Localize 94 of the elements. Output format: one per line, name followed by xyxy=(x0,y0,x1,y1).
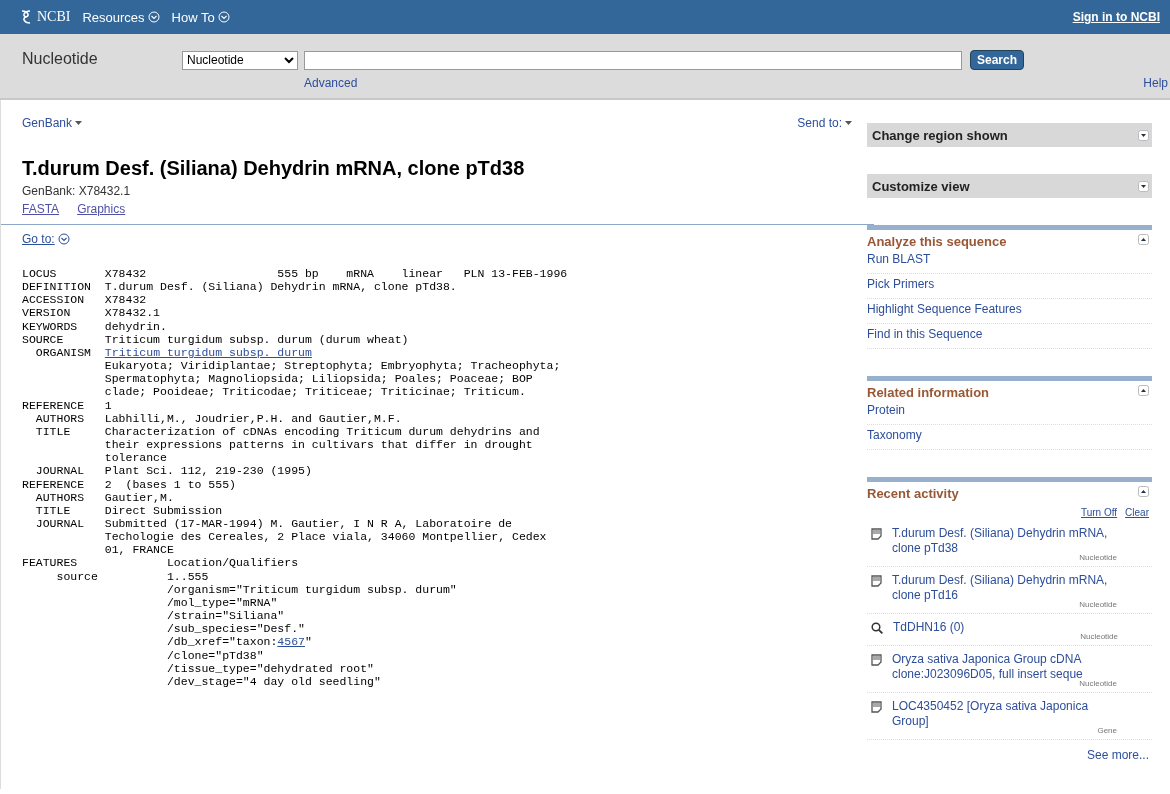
record-line: AUTHORS Labhilli,M., Joudrier,P.H. and Gautier,M.F. xyxy=(34,411,403,425)
record-line: clade; Pooideae; Triticodae; Triticeae; Triticinae; Triticum. xyxy=(103,385,527,399)
document-icon xyxy=(871,528,882,540)
action-link[interactable]: Turn Off xyxy=(1080,507,1118,518)
caret-icon xyxy=(75,121,83,125)
record-line: REFERENCE 2 (bases 1 to 555) xyxy=(22,477,237,491)
record-line: /strain="Siliana" xyxy=(165,609,286,623)
record-line: TITLE Direct Submission xyxy=(34,503,224,517)
sign-in-link[interactable]: Sign in to NCBI xyxy=(1072,10,1160,24)
dropdown-icon xyxy=(147,11,160,23)
record-line: /db_xref="taxon:4567" xyxy=(165,635,313,649)
sidebar-link[interactable]: Highlight Sequence Features xyxy=(867,299,1152,324)
panel-title: Customize view xyxy=(872,178,970,194)
advanced-link[interactable]: Advanced xyxy=(304,76,1025,90)
record-line: their expressions patterns in cultivars that differ in drought xyxy=(103,438,534,452)
record-line: tolerance xyxy=(103,451,168,465)
database-label: Nucleotide xyxy=(1079,553,1117,562)
database-title: Nucleotide xyxy=(22,49,99,69)
record-line: FEATURES Location/Qualifiers xyxy=(22,556,300,570)
record-line: AUTHORS Gautier,M. xyxy=(34,490,175,504)
expand-icon xyxy=(1138,180,1149,192)
recent-item-link[interactable]: Oryza sativa Japonica Group cDNA clone:J023096D05, full insert seque xyxy=(892,652,1117,682)
record-line: /sub_species="Desf." xyxy=(165,622,306,636)
database-select[interactable]: Nucleotide xyxy=(182,50,298,70)
see-more-link[interactable]: See more... xyxy=(867,740,1152,762)
record-line: TITLE Characterization of cDNAs encoding Triticum durum dehydrins and xyxy=(34,424,541,439)
dropdown-icon xyxy=(57,233,70,245)
record-link[interactable]: 4567 xyxy=(277,635,305,649)
record-link[interactable]: Graphics xyxy=(77,202,126,216)
search-button[interactable]: Search xyxy=(970,50,1025,70)
database-label: Nucleotide xyxy=(1079,600,1117,609)
expand-icon xyxy=(1138,129,1149,141)
sidebar-link[interactable]: Find in this Sequence xyxy=(867,324,1152,349)
collapse-icon xyxy=(1138,486,1149,497)
panel-header[interactable]: Change region shown xyxy=(867,123,1152,147)
panel-title: Change region shown xyxy=(872,127,1008,143)
sidebar-link[interactable]: Protein xyxy=(867,400,1152,425)
record-line: Spermatophyta; Magnoliopsida; Liliopsida; Poales; Poaceae; BOP xyxy=(103,372,534,386)
sidebar-link[interactable]: Taxonomy xyxy=(867,425,1152,450)
record-line: LOCUS X78432 555 bp mRNA linear PLN 13-FEB-1996 xyxy=(22,267,569,281)
collapse-icon xyxy=(1138,385,1149,396)
accession-text: GenBank: X78432.1 xyxy=(22,184,132,198)
record-line: REFERENCE 1 xyxy=(22,398,113,412)
record-line: /clone="pTd38" xyxy=(165,648,265,662)
record-line: /tissue_type="dehydrated root" xyxy=(165,661,375,675)
panel-header[interactable]: Customize view xyxy=(867,174,1152,198)
record-link[interactable]: FASTA xyxy=(22,202,60,216)
database-label: Gene xyxy=(1097,726,1117,735)
format-menu[interactable]: GenBank xyxy=(22,116,83,130)
go-to-link[interactable]: Go to: xyxy=(22,232,70,246)
action-link[interactable]: Clear xyxy=(1125,507,1149,518)
recent-item-link[interactable]: TdDHN16 (0) xyxy=(893,620,1118,635)
recent-item-link[interactable]: T.durum Desf. (Siliana) Dehydrin mRNA, clone pTd38 xyxy=(892,526,1117,556)
logo-text: NCBI xyxy=(37,9,71,25)
database-label: Nucleotide xyxy=(1079,679,1117,688)
search-icon xyxy=(871,622,883,634)
recent-item-link[interactable]: LOC4350452 [Oryza sativa Japonica Group] xyxy=(892,699,1117,729)
panel-title: Related information xyxy=(867,385,990,400)
record-link[interactable]: Triticum turgidum subsp. durum xyxy=(104,345,312,359)
sidebar-link[interactable]: Run BLAST xyxy=(867,249,1152,274)
record-line: ACCESSION X78432 xyxy=(22,293,148,307)
record-line: /mol_type="mRNA" xyxy=(165,595,279,610)
record-line: 01, FRANCE xyxy=(103,543,175,557)
record-line: JOURNAL Plant Sci. 112, 219-230 (1995) xyxy=(34,464,313,478)
panel-title: Recent activity xyxy=(867,486,959,501)
record-line: DEFINITION T.durum Desf. (Siliana) Dehydrin mRNA, clone pTd38. xyxy=(22,280,458,294)
menu-button[interactable]: How To xyxy=(171,9,230,25)
helix-icon xyxy=(20,10,32,24)
recent-item-link[interactable]: T.durum Desf. (Siliana) Dehydrin mRNA, clone pTd16 xyxy=(892,573,1117,603)
database-label: Nucleotide xyxy=(1080,632,1118,641)
ncbi-logo[interactable]: NCBI xyxy=(20,9,71,25)
record-title: T.durum Desf. (Siliana) Dehydrin mRNA, clone pTd38 xyxy=(22,157,526,180)
sidebar-link[interactable]: Pick Primers xyxy=(867,274,1152,299)
panel-title: Analyze this sequence xyxy=(867,234,1007,249)
collapse-icon xyxy=(1138,234,1149,245)
search-field[interactable] xyxy=(304,50,962,70)
send-to-menu[interactable]: Send to: xyxy=(797,116,852,130)
document-icon xyxy=(871,701,882,713)
record-line: source 1..555 xyxy=(55,569,210,583)
record-line: /organism="Triticum turgidum subsp. durum" xyxy=(165,582,458,596)
document-icon xyxy=(871,575,882,587)
record-line: SOURCE Triticum turgidum subsp. durum (durum wheat) xyxy=(22,332,410,346)
help-link[interactable]: Help xyxy=(1143,76,1168,90)
menu-button[interactable]: Resources xyxy=(82,9,160,25)
record-line: JOURNAL Submitted (17-MAR-1994) M. Gautier, I N R A, Laboratoire de xyxy=(34,516,513,531)
dropdown-icon xyxy=(217,11,230,23)
caret-icon xyxy=(845,121,852,125)
record-line: VERSION X78432.1 xyxy=(22,306,162,320)
document-icon xyxy=(871,654,882,666)
record-line: Eukaryota; Viridiplantae; Streptophyta; Embryophyta; Tracheophyta; xyxy=(103,359,562,373)
record-line: ORGANISM Triticum turgidum subsp. durum xyxy=(34,345,313,360)
record-line: KEYWORDS dehydrin. xyxy=(22,319,168,333)
record-line: Techologie des Cereales, 2 Place viala, 34060 Montpellier, Cedex xyxy=(103,530,548,544)
record-line: /dev_stage="4 day old seedling" xyxy=(165,674,382,688)
